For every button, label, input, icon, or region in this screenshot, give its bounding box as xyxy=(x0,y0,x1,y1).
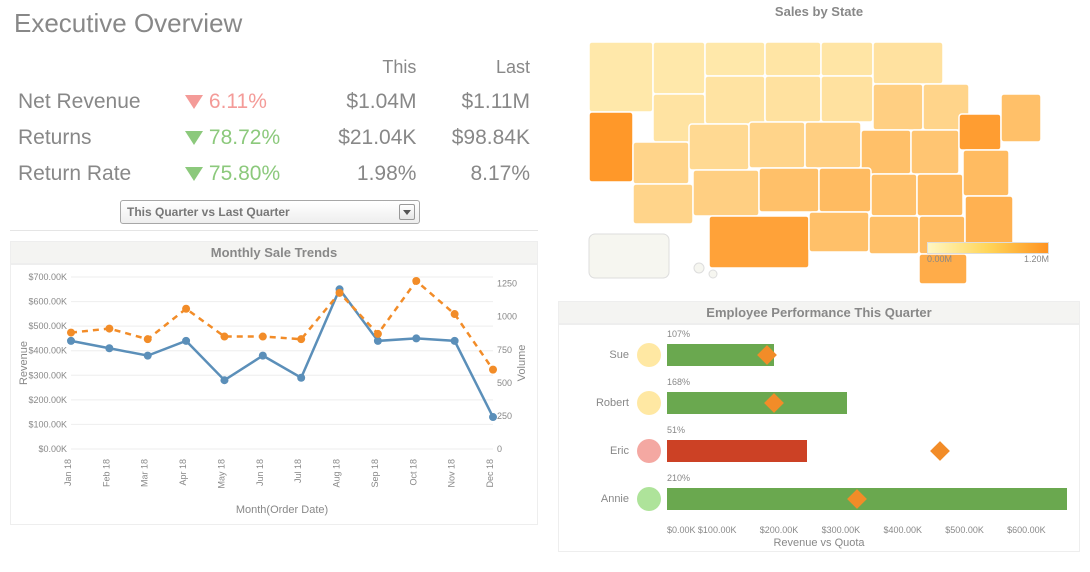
svg-text:May 18: May 18 xyxy=(216,459,226,489)
employee-perf-title: Employee Performance This Quarter xyxy=(558,301,1080,324)
svg-text:$300.00K: $300.00K xyxy=(28,370,67,380)
pct-label: 51% xyxy=(667,425,685,435)
metric-row-return-rate: Return Rate 75.80% 1.98% 8.17% xyxy=(10,156,538,192)
svg-text:$700.00K: $700.00K xyxy=(28,272,67,282)
svg-text:Nov 18: Nov 18 xyxy=(447,459,457,488)
period-dropdown[interactable]: This Quarter vs Last Quarter xyxy=(120,200,420,224)
quota-marker-icon xyxy=(930,441,950,461)
page-title: Executive Overview xyxy=(14,8,538,39)
metric-this: $1.04M xyxy=(311,84,425,120)
metric-row-returns: Returns 78.72% $21.04K $98.84K xyxy=(10,120,538,156)
arrow-down-icon xyxy=(185,131,203,145)
metric-label: Returns xyxy=(10,120,177,156)
axis-tick: $200.00K xyxy=(760,525,822,535)
svg-text:$100.00K: $100.00K xyxy=(28,419,67,429)
status-dot-icon xyxy=(637,439,661,463)
employee-row: Eric 51% xyxy=(569,427,1069,475)
svg-text:250: 250 xyxy=(497,411,512,421)
legend-max: 1.20M xyxy=(1024,254,1049,264)
map-title: Sales by State xyxy=(558,0,1080,23)
arrow-down-icon xyxy=(185,95,203,109)
pct-label: 210% xyxy=(667,473,690,483)
svg-text:Volume: Volume xyxy=(516,345,528,382)
svg-text:Feb 18: Feb 18 xyxy=(101,459,111,487)
metric-last: $98.84K xyxy=(424,120,538,156)
axis-tick: $500.00K xyxy=(945,525,1007,535)
col-last: Last xyxy=(424,51,538,84)
svg-text:Apr 18: Apr 18 xyxy=(178,459,188,486)
employee-name: Robert xyxy=(569,397,637,409)
svg-text:$200.00K: $200.00K xyxy=(28,395,67,405)
svg-text:Mar 18: Mar 18 xyxy=(140,459,150,487)
svg-text:Oct 18: Oct 18 xyxy=(408,459,418,486)
metric-this: $21.04K xyxy=(311,120,425,156)
axis-tick: $100.00K xyxy=(698,525,760,535)
revenue-bar xyxy=(667,488,1067,510)
status-dot-icon xyxy=(637,343,661,367)
legend-min: 0.00M xyxy=(927,254,952,264)
svg-text:Jan 18: Jan 18 xyxy=(63,459,73,486)
monthly-trends-chart: $0.00K $100.00K $200.00K $300.00K $400.00K $5… xyxy=(10,264,538,525)
employee-row: Annie 210% xyxy=(569,475,1069,523)
metric-label: Return Rate xyxy=(10,156,177,192)
axis-tick: $0.00K xyxy=(667,525,698,535)
svg-text:Aug 18: Aug 18 xyxy=(332,459,342,488)
svg-text:750: 750 xyxy=(497,345,512,355)
svg-text:Sep 18: Sep 18 xyxy=(370,459,380,488)
status-dot-icon xyxy=(637,391,661,415)
svg-text:1250: 1250 xyxy=(497,279,517,289)
divider xyxy=(10,230,538,231)
employee-row: Sue 107% xyxy=(569,331,1069,379)
svg-text:$0.00K: $0.00K xyxy=(38,444,67,454)
dropdown-label: This Quarter vs Last Quarter xyxy=(127,205,290,219)
arrow-down-icon xyxy=(185,167,203,181)
metric-delta: 6.11% xyxy=(177,84,311,120)
svg-text:$400.00K: $400.00K xyxy=(28,346,67,356)
metric-delta: 75.80% xyxy=(177,156,311,192)
sales-by-state-map: 0.00M 1.20M xyxy=(558,23,1080,295)
status-dot-icon xyxy=(637,487,661,511)
svg-text:Jul 18: Jul 18 xyxy=(293,459,303,483)
metric-delta: 78.72% xyxy=(177,120,311,156)
svg-text:$500.00K: $500.00K xyxy=(28,321,67,331)
employee-name: Annie xyxy=(569,493,637,505)
employee-name: Eric xyxy=(569,445,637,457)
metric-this: 1.98% xyxy=(311,156,425,192)
svg-text:Revenue: Revenue xyxy=(18,341,30,385)
metric-label: Net Revenue xyxy=(10,84,177,120)
svg-text:Month(Order Date): Month(Order Date) xyxy=(236,504,328,516)
axis-tick: $600.00K xyxy=(1007,525,1069,535)
svg-text:500: 500 xyxy=(497,378,512,388)
metrics-table: This Last Net Revenue 6.11% $1.04M $1.11… xyxy=(10,51,538,192)
svg-text:Dec 18: Dec 18 xyxy=(485,459,495,488)
axis-tick: $400.00K xyxy=(883,525,945,535)
revenue-bar xyxy=(667,440,807,462)
legend-gradient xyxy=(927,242,1049,254)
svg-text:0: 0 xyxy=(497,444,502,454)
pct-label: 107% xyxy=(667,329,690,339)
chevron-down-icon[interactable] xyxy=(399,204,415,220)
metric-row-net-revenue: Net Revenue 6.11% $1.04M $1.11M xyxy=(10,84,538,120)
map-legend: 0.00M 1.20M xyxy=(927,242,1049,264)
svg-text:1000: 1000 xyxy=(497,312,517,322)
pct-label: 168% xyxy=(667,377,690,387)
svg-text:Jun 18: Jun 18 xyxy=(255,459,265,486)
revenue-bar xyxy=(667,392,847,414)
metric-last: $1.11M xyxy=(424,84,538,120)
metric-last: 8.17% xyxy=(424,156,538,192)
axis-tick: $300.00K xyxy=(822,525,884,535)
svg-text:$600.00K: $600.00K xyxy=(28,297,67,307)
employee-name: Sue xyxy=(569,349,637,361)
employee-xlabel: Revenue vs Quota xyxy=(569,537,1069,549)
monthly-trends-title: Monthly Sale Trends xyxy=(10,241,538,264)
col-this: This xyxy=(311,51,425,84)
employee-row: Robert 168% xyxy=(569,379,1069,427)
employee-perf-chart: Sue 107% Robert 168% Eric 51% Annie 210% $0.00K… xyxy=(558,324,1080,552)
